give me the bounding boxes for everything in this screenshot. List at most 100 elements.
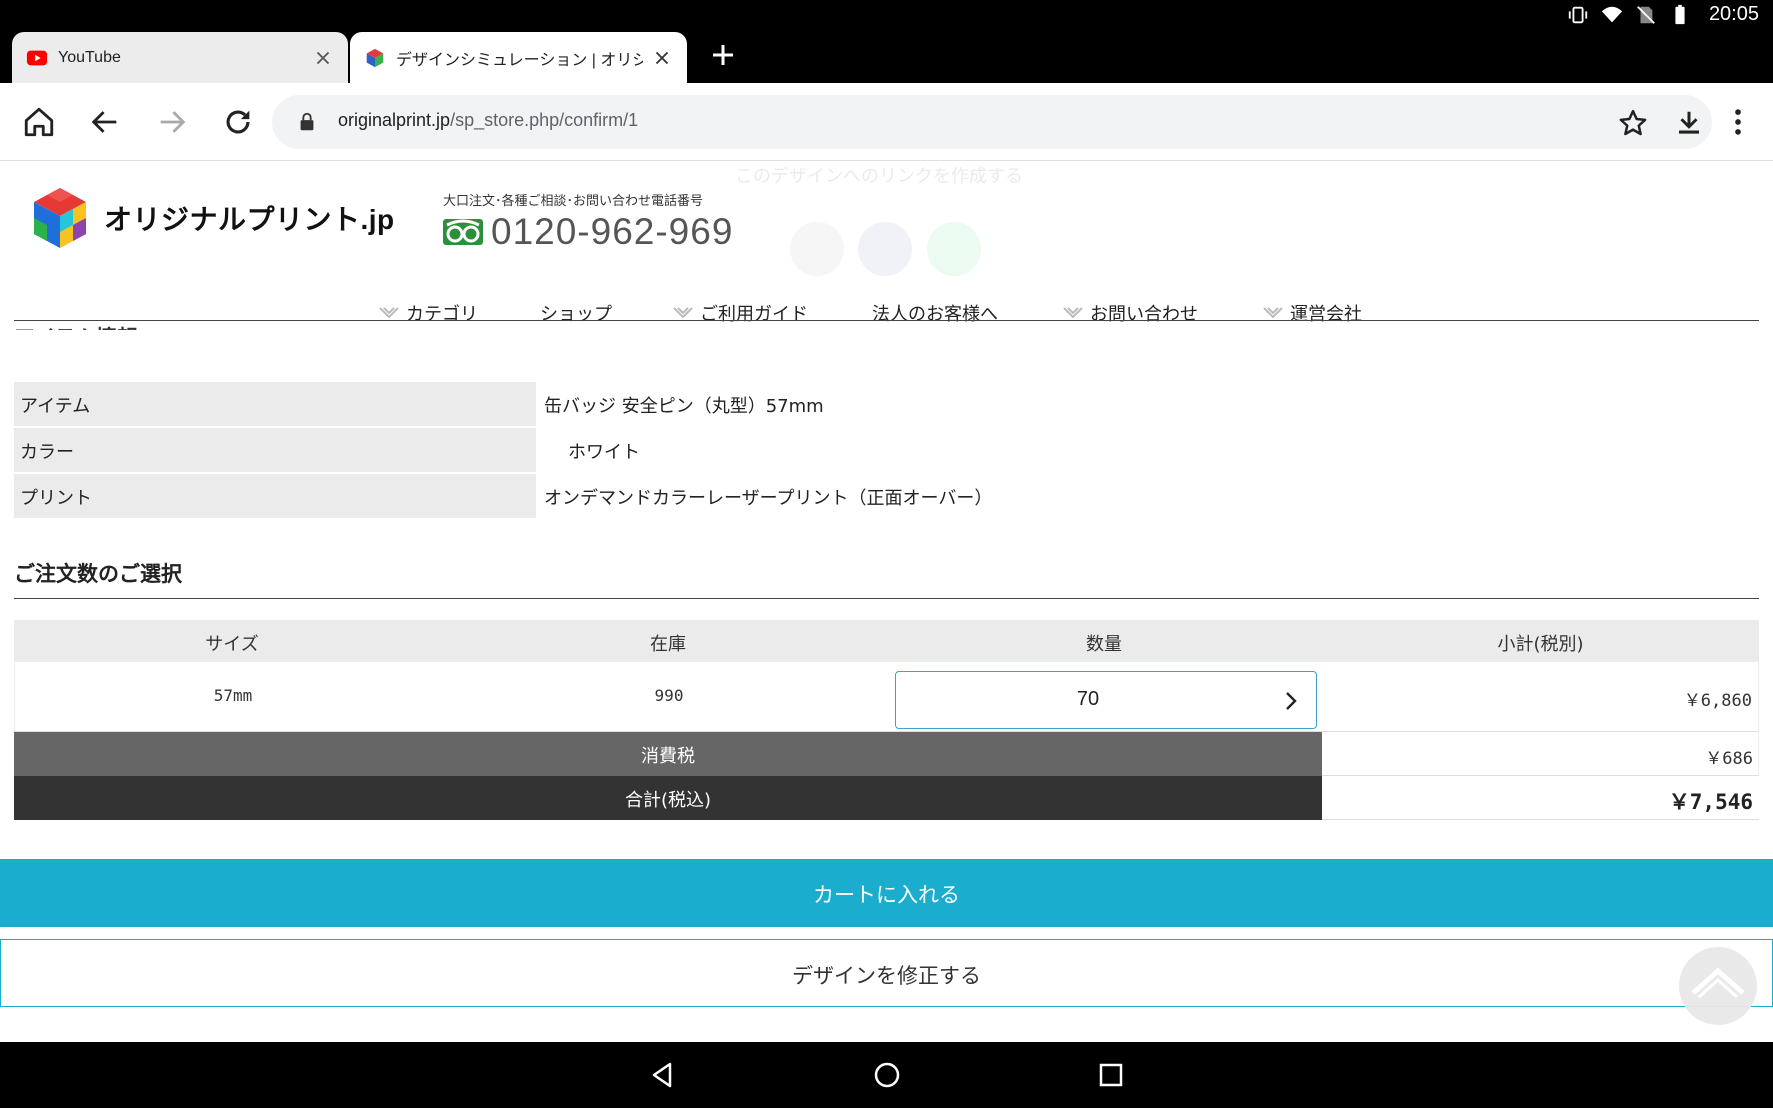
edit-design-button[interactable]: デザインを修正する	[0, 939, 1773, 1007]
site-nav: カテゴリ ショップ ご利用ガイド 法人のお客様へ お問い合わせ 運営会社	[0, 290, 1773, 338]
order-section-title: ご注文数のご選択	[14, 562, 182, 586]
info-value: オンデマンドカラーレーザープリント（正面オーバー）	[544, 488, 993, 509]
chevron-down-icon	[673, 307, 693, 319]
scroll-to-top-button[interactable]	[1679, 947, 1757, 1025]
info-row: カラー ホワイト	[14, 428, 1759, 474]
info-row: アイテム 缶バッジ 安全ピン（丸型）57mm	[14, 382, 1759, 428]
address-bar[interactable]: originalprint.jp/sp_store.php/confirm/1	[272, 95, 1712, 149]
row-size: 57mm	[213, 686, 253, 705]
youtube-icon	[26, 50, 48, 65]
nav-item-label: カテゴリ	[406, 304, 478, 325]
url-path: /sp_store.php/confirm/1	[450, 110, 639, 130]
status-time: 20:05	[1708, 3, 1759, 25]
quantity-selector[interactable]: 70	[895, 671, 1317, 729]
no-sim-icon	[1637, 5, 1655, 24]
back-icon[interactable]	[88, 105, 122, 139]
system-nav-bar	[0, 1042, 1773, 1108]
more-menu-icon[interactable]	[1721, 105, 1755, 139]
tab-strip: YouTube デザインシミュレーション | オリジ	[0, 30, 1773, 83]
info-label: カラー	[14, 428, 536, 472]
nav-item-category[interactable]: カテゴリ	[378, 300, 478, 326]
status-bar: 20:05	[0, 0, 1773, 30]
tab-title: YouTube	[58, 48, 121, 66]
item-info-table: アイテム 缶バッジ 安全ピン（丸型）57mm カラー ホワイト プリント オンデ…	[14, 382, 1759, 520]
browser-toolbar: originalprint.jp/sp_store.php/confirm/1	[0, 83, 1773, 161]
tax-value: ￥686	[1705, 749, 1753, 769]
new-tab-icon[interactable]	[708, 40, 738, 70]
close-icon[interactable]	[651, 47, 673, 69]
chevron-down-icon	[1063, 307, 1083, 319]
cube-logo-icon	[34, 188, 86, 248]
share-link-text: このデザインへのリンクを作成する	[735, 166, 1023, 187]
phone-caption: 大口注文･各種ご相談･お問い合わせ電話番号	[443, 194, 704, 209]
logo-text: オリジナルプリント.jp	[104, 204, 395, 235]
battery-icon	[1675, 4, 1685, 24]
info-label: アイテム	[14, 382, 536, 426]
divider	[14, 320, 1759, 321]
table-row: 57mm 990 70 ￥6,860	[14, 662, 1759, 732]
tab-design-simulation[interactable]: デザインシミュレーション | オリジ	[350, 32, 687, 83]
header-stock: 在庫	[650, 634, 686, 655]
reload-icon[interactable]	[221, 105, 255, 139]
chevron-right-icon[interactable]	[1282, 690, 1300, 712]
site-logo[interactable]: オリジナルプリント.jp	[30, 186, 395, 250]
total-label: 合計(税込)	[14, 776, 1322, 820]
tax-row: 消費税 ￥686	[14, 732, 1759, 776]
nav-item-corporate[interactable]: 法人のお客様へ	[872, 300, 998, 326]
nav-item-label: ご利用ガイド	[700, 304, 808, 325]
info-value: ホワイト	[568, 442, 640, 463]
freedial-icon	[443, 219, 483, 245]
tax-label: 消費税	[14, 732, 1322, 776]
tab-title: デザインシミュレーション | オリジ	[396, 51, 643, 69]
nav-item-shop[interactable]: ショップ	[540, 300, 612, 326]
tab-youtube[interactable]: YouTube	[12, 32, 348, 83]
vibrate-icon	[1568, 6, 1588, 23]
nav-item-label: 法人のお客様へ	[872, 304, 998, 325]
order-table-header: サイズ 在庫 数量 小計(税別)	[14, 620, 1759, 662]
total-value: ￥7,546	[1668, 790, 1753, 814]
chevron-up-icon	[1691, 967, 1745, 999]
chevron-down-icon	[1263, 307, 1283, 319]
nav-item-company[interactable]: 運営会社	[1262, 300, 1362, 326]
web-page: このデザインへのリンクを作成する オリジナルプリント.jp 大口注文･各種ご相談…	[0, 162, 1773, 1042]
url-host: originalprint.jp	[338, 110, 451, 130]
nav-item-label: ショップ	[540, 304, 612, 325]
tax-cell	[1322, 732, 1759, 776]
total-row: 合計(税込) ￥7,546	[14, 776, 1759, 820]
header-qty: 数量	[1086, 634, 1122, 655]
wifi-icon	[1601, 6, 1623, 22]
forward-icon[interactable]	[155, 105, 189, 139]
bookmark-star-icon[interactable]	[1618, 108, 1648, 138]
recents-square-icon[interactable]	[1096, 1060, 1126, 1090]
lock-icon[interactable]	[296, 110, 318, 134]
home-icon[interactable]	[22, 105, 56, 139]
url-text[interactable]: originalprint.jp/sp_store.php/confirm/1	[338, 110, 638, 131]
site-logo-icon	[366, 48, 384, 67]
download-icon[interactable]	[1674, 108, 1704, 138]
item-info-title: アイテム情報	[14, 322, 138, 330]
header-subtotal: 小計(税別)	[1497, 634, 1584, 655]
nav-item-label: お問い合わせ	[1090, 304, 1198, 325]
info-label: プリント	[14, 474, 536, 518]
home-circle-icon[interactable]	[872, 1060, 902, 1090]
info-row: プリント オンデマンドカラーレーザープリント（正面オーバー）	[14, 474, 1759, 520]
nav-item-label: 運営会社	[1290, 304, 1362, 325]
close-icon[interactable]	[312, 47, 334, 69]
nav-item-guide[interactable]: ご利用ガイド	[672, 300, 808, 326]
line-share-icon	[927, 222, 981, 276]
row-subtotal: ￥6,860	[1683, 691, 1752, 711]
row-stock: 990	[654, 686, 684, 705]
phone-block: 大口注文･各種ご相談･お問い合わせ電話番号 0120-962-969	[443, 190, 733, 253]
chevron-down-icon	[379, 307, 399, 319]
header-size: サイズ	[205, 634, 259, 655]
x-share-icon	[790, 222, 844, 276]
quantity-value: 70	[1076, 688, 1100, 710]
nav-item-contact[interactable]: お問い合わせ	[1062, 300, 1198, 326]
add-to-cart-button[interactable]: カートに入れる	[0, 859, 1773, 927]
status-icons: 20:05	[1567, 3, 1759, 26]
divider	[14, 598, 1759, 599]
info-value: 缶バッジ 安全ピン（丸型）57mm	[544, 396, 824, 417]
facebook-share-icon	[858, 222, 912, 276]
phone-number[interactable]: 0120-962-969	[491, 211, 733, 253]
back-triangle-icon[interactable]	[648, 1060, 678, 1090]
